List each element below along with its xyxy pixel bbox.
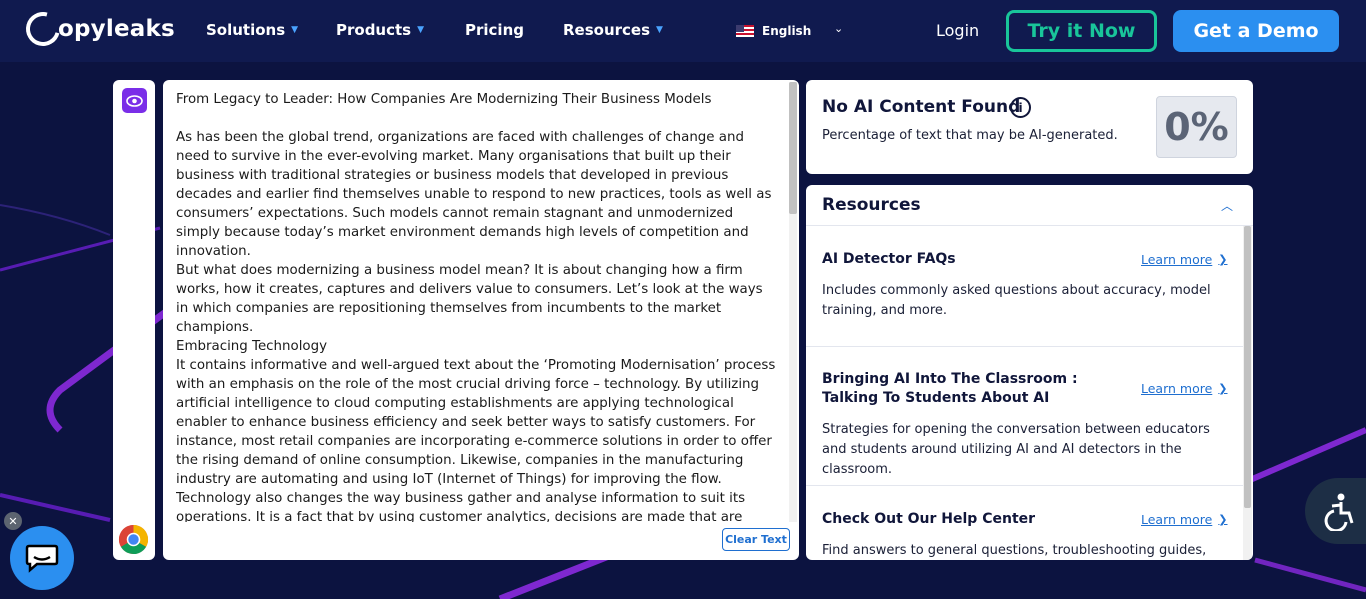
chevron-up-icon[interactable]: ︿ [1221,197,1233,214]
top-navbar: opyleaks Solutions ▼ Products ▼ Pricing … [0,0,1366,62]
ai-percentage: 0% [1156,96,1237,158]
result-subtitle: Percentage of text that may be AI-genera… [822,128,1118,143]
nav-solutions-label: Solutions [206,21,286,39]
resource-item-description: Find answers to general questions, troub… [822,543,1207,558]
try-it-now-button[interactable]: Try it Now [1006,10,1157,52]
nav-solutions[interactable]: Solutions ▼ [206,21,298,39]
login-link[interactable]: Login [936,21,979,40]
chrome-icon[interactable] [118,524,149,555]
chat-icon [25,544,59,573]
nav-pricing[interactable]: Pricing [465,21,524,39]
resource-item-description: Includes commonly asked questions about … [822,283,1211,318]
learn-more-label: Learn more [1141,381,1213,396]
resource-item-description: Strategies for opening the conversation … [822,422,1210,477]
clear-text-button[interactable]: Clear Text [722,528,790,551]
nav-products[interactable]: Products ▼ [336,21,424,39]
paragraph: Technology also changes the way business… [176,491,746,522]
paragraph: Embracing Technology [176,339,328,354]
resource-item: AI Detector FAQs Learn more ❯ Includes c… [806,226,1243,347]
text-area-content[interactable]: From Legacy to Leader: How Companies Are… [176,90,776,522]
eye-icon [126,94,143,107]
resources-title: Resources [822,195,921,215]
logo-mark-icon [19,5,67,53]
logo-text: opyleaks [58,16,175,42]
caret-down-icon: ▼ [417,25,425,35]
resource-item: Check Out Our Help Center Learn more ❯ F… [806,486,1243,560]
document-title: From Legacy to Leader: How Companies Are… [176,92,712,107]
caret-down-icon: ▼ [656,25,663,35]
language-selector[interactable]: English [736,24,811,38]
resource-item-title: AI Detector FAQs [822,251,956,267]
accessibility-icon [1324,493,1354,531]
caret-down-icon: ▼ [291,25,299,35]
paragraph: It contains informative and well-argued … [176,358,776,487]
info-icon[interactable]: i [1010,97,1031,118]
nav-pricing-label: Pricing [465,21,524,39]
resource-item: Bringing AI Into The Classroom : Talking… [806,347,1243,486]
learn-more-label: Learn more [1141,252,1213,267]
paragraph: As has been the global trend, organizati… [176,130,772,259]
learn-more-label: Learn more [1141,512,1213,527]
language-label: English [762,24,812,38]
result-title: No AI Content Found [822,97,1021,117]
resources-scrollbar-thumb[interactable] [1244,226,1251,508]
text-scrollbar-thumb[interactable] [789,82,797,214]
resources-card: Resources ︿ AI Detector FAQs Learn more … [806,185,1253,560]
learn-more-link[interactable]: Learn more ❯ [1141,381,1228,396]
copyleaks-logo[interactable]: opyleaks [19,5,175,53]
nav-resources-label: Resources [563,21,651,39]
chevron-right-icon: ❯ [1218,253,1228,266]
paragraph: But what does modernizing a business mod… [176,263,763,335]
ai-result-card: No AI Content Found i Percentage of text… [806,80,1253,174]
chat-widget-button[interactable] [10,526,74,590]
close-chat-icon[interactable]: ✕ [4,512,22,530]
eye-toggle-button[interactable] [122,88,147,113]
nav-products-label: Products [336,21,412,39]
resources-header[interactable]: Resources ︿ [806,185,1253,226]
learn-more-link[interactable]: Learn more ❯ [1141,512,1228,527]
learn-more-link[interactable]: Learn more ❯ [1141,252,1228,267]
us-flag-icon [736,25,754,37]
chevron-down-icon[interactable]: ⌄ [834,22,843,35]
chevron-right-icon: ❯ [1218,513,1228,526]
nav-resources[interactable]: Resources ▼ [563,21,663,39]
text-input-panel[interactable]: From Legacy to Leader: How Companies Are… [163,80,799,560]
accessibility-button[interactable] [1305,478,1366,544]
editor-side-rail [113,80,155,560]
chevron-right-icon: ❯ [1218,382,1228,395]
get-a-demo-button[interactable]: Get a Demo [1173,10,1339,52]
resource-item-title: Bringing AI Into The Classroom : Talking… [822,371,1078,406]
resource-item-title: Check Out Our Help Center [822,511,1036,527]
